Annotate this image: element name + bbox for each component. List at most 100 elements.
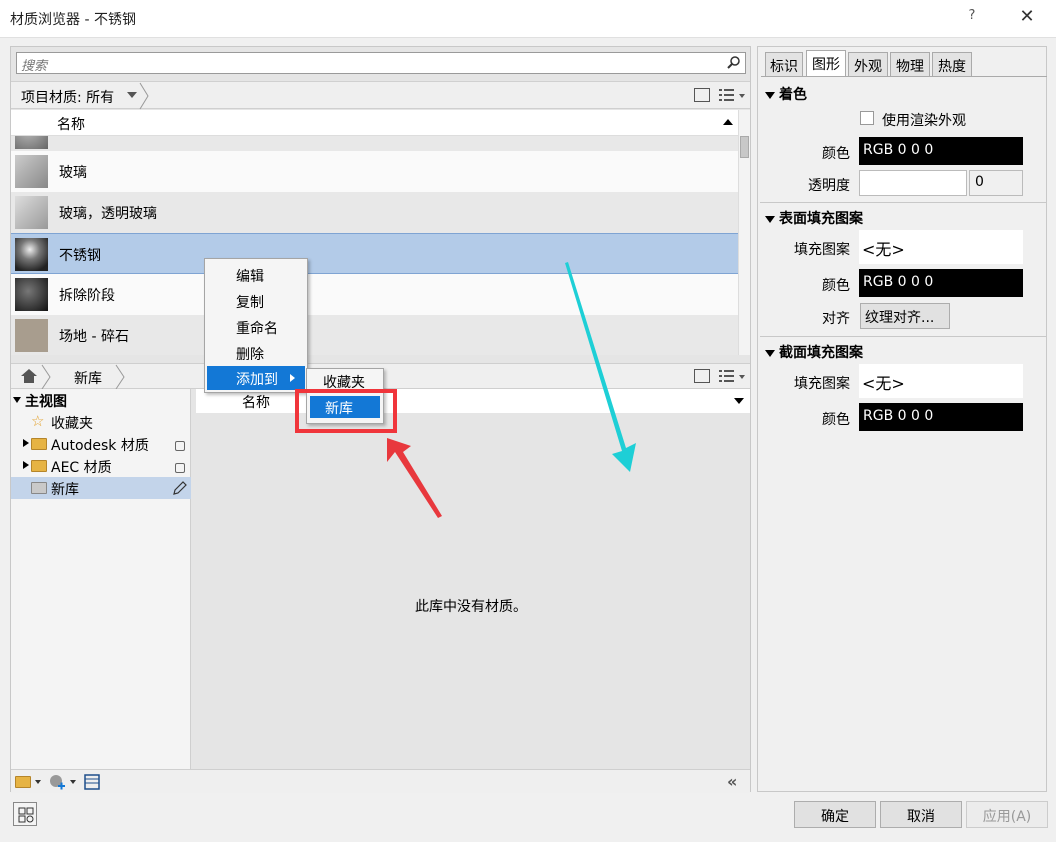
tree-item-aec[interactable]: AEC 材质 (11, 455, 191, 477)
menu-item-label: 删除 (236, 347, 264, 363)
section-title: 表面填充图案 (779, 211, 863, 227)
material-browser-options-icon[interactable] (13, 802, 37, 826)
tab-divider (761, 76, 1047, 77)
left-toolbar: « (11, 769, 750, 793)
panel-toggle-icon[interactable] (694, 88, 710, 102)
list-item[interactable]: 玻璃 (11, 151, 738, 192)
tree-item-favorites[interactable]: ☆ 收藏夹 (11, 411, 191, 433)
surface-color-swatch[interactable]: RGB 0 0 0 (859, 269, 1023, 297)
project-materials-label[interactable]: 项目材质: 所有 (21, 87, 114, 107)
tab-label: 热度 (938, 59, 966, 75)
panel-toggle-icon[interactable] (694, 369, 710, 383)
search-input[interactable]: 搜索 (16, 52, 746, 74)
chevron-down-icon[interactable] (765, 216, 775, 223)
tree-item-new-library[interactable]: 新库 (11, 477, 191, 499)
column-header-name[interactable]: 名称 (57, 114, 85, 134)
list-item[interactable] (11, 136, 738, 151)
close-button[interactable]: ✕ (1014, 6, 1040, 30)
texture-align-button[interactable]: 纹理对齐... (860, 303, 950, 329)
tree-item-autodesk[interactable]: Autodesk 材质 (11, 433, 191, 455)
chevron-down-icon[interactable] (127, 92, 137, 98)
list-scrollbar[interactable] (738, 110, 750, 355)
chevron-down-icon[interactable] (70, 780, 76, 784)
tree-item-label: 收藏夹 (51, 416, 93, 432)
column-header-name[interactable]: 名称 (242, 392, 270, 412)
menu-item-add-to[interactable]: 添加到 (207, 366, 305, 390)
list-item[interactable]: 玻璃，透明玻璃 (11, 192, 738, 233)
collapse-left-icon[interactable]: « (727, 772, 737, 791)
tree-item-label: AEC 材质 (51, 460, 112, 476)
use-render-checkbox[interactable] (860, 111, 874, 125)
transparency-label: 透明度 (808, 178, 850, 194)
folder-icon (31, 438, 47, 450)
cut-color-swatch[interactable]: RGB 0 0 0 (859, 403, 1023, 431)
material-name: 玻璃 (59, 165, 87, 181)
chevron-down-icon[interactable] (765, 350, 775, 357)
menu-item-edit[interactable]: 编辑 (207, 263, 305, 287)
chevron-right-icon[interactable] (23, 439, 29, 447)
material-thumbnail (15, 319, 48, 352)
apply-button[interactable]: 应用(A) (966, 801, 1048, 828)
window-title: 材质浏览器 - 不锈钢 (10, 12, 136, 28)
menu-item-rename[interactable]: 重命名 (207, 315, 305, 339)
list-view-icon[interactable] (719, 88, 747, 104)
tab-identity[interactable]: 标识 (765, 52, 803, 77)
red-arrow (387, 438, 442, 518)
section-cut-pattern[interactable]: 截面填充图案 (765, 342, 863, 362)
list-header[interactable]: 名称 (11, 110, 738, 136)
chevron-down-icon[interactable] (13, 397, 21, 403)
open-library-icon[interactable] (15, 776, 31, 788)
menu-item-label: 编辑 (236, 269, 264, 285)
align-label: 对齐 (822, 311, 850, 327)
tab-appearance[interactable]: 外观 (848, 52, 888, 77)
tab-label: 图形 (812, 57, 840, 73)
create-material-icon[interactable] (49, 774, 65, 790)
tab-graphics[interactable]: 图形 (806, 50, 846, 77)
material-thumbnail (15, 196, 48, 229)
section-shading[interactable]: 着色 (765, 84, 807, 104)
sort-asc-icon[interactable] (723, 119, 733, 125)
chevron-down-icon[interactable] (765, 92, 775, 99)
asset-editor-icon[interactable] (84, 774, 100, 790)
chevron-right-icon[interactable] (23, 461, 29, 469)
section-surface-pattern[interactable]: 表面填充图案 (765, 208, 863, 228)
tab-physical[interactable]: 物理 (890, 52, 930, 77)
color-label: 颜色 (822, 146, 850, 162)
chevron-down-icon[interactable] (35, 780, 41, 784)
tree-root[interactable]: 主视图 (11, 389, 191, 411)
menu-item-delete[interactable]: 删除 (207, 341, 305, 365)
title-bar: 材质浏览器 - 不锈钢 ? ✕ (0, 0, 1056, 38)
help-button[interactable]: ? (960, 8, 984, 30)
breadcrumb-arrow-icon (139, 82, 149, 110)
tree-root-label: 主视图 (25, 394, 67, 410)
ok-button[interactable]: 确定 (794, 801, 876, 828)
cancel-button[interactable]: 取消 (880, 801, 962, 828)
section-title: 着色 (779, 87, 807, 103)
search-icon[interactable] (727, 55, 741, 69)
transparency-slider[interactable] (859, 170, 967, 196)
home-icon[interactable] (21, 369, 37, 383)
material-name: 不锈钢 (59, 248, 101, 264)
material-thumbnail (15, 155, 48, 188)
library-tree: 主视图 ☆ 收藏夹 Autodesk 材质 AEC 材质 新库 (11, 389, 191, 769)
chevron-down-icon[interactable] (734, 398, 744, 404)
scrollbar-thumb[interactable] (740, 136, 749, 158)
list-view-icon[interactable] (719, 369, 747, 385)
folder-icon (31, 482, 47, 494)
section-title: 截面填充图案 (779, 345, 863, 361)
shading-color-swatch[interactable]: RGB 0 0 0 (859, 137, 1023, 165)
tab-label: 外观 (854, 59, 882, 75)
tab-thermal[interactable]: 热度 (932, 52, 972, 77)
transparency-value[interactable]: 0 (969, 170, 1023, 196)
cut-pattern-field[interactable]: <无> (859, 364, 1023, 398)
material-name: 玻璃，透明玻璃 (59, 206, 157, 222)
breadcrumb-library[interactable]: 新库 (74, 368, 102, 388)
use-render-label: 使用渲染外观 (882, 113, 966, 129)
menu-item-label: 添加到 (236, 372, 278, 388)
menu-item-copy[interactable]: 复制 (207, 289, 305, 313)
pencil-icon[interactable] (172, 480, 188, 496)
surface-pattern-field[interactable]: <无> (859, 230, 1023, 264)
context-menu: 编辑 复制 重命名 删除 添加到 (204, 258, 308, 393)
color-label: 颜色 (822, 278, 850, 294)
menu-item-label: 重命名 (236, 321, 278, 337)
